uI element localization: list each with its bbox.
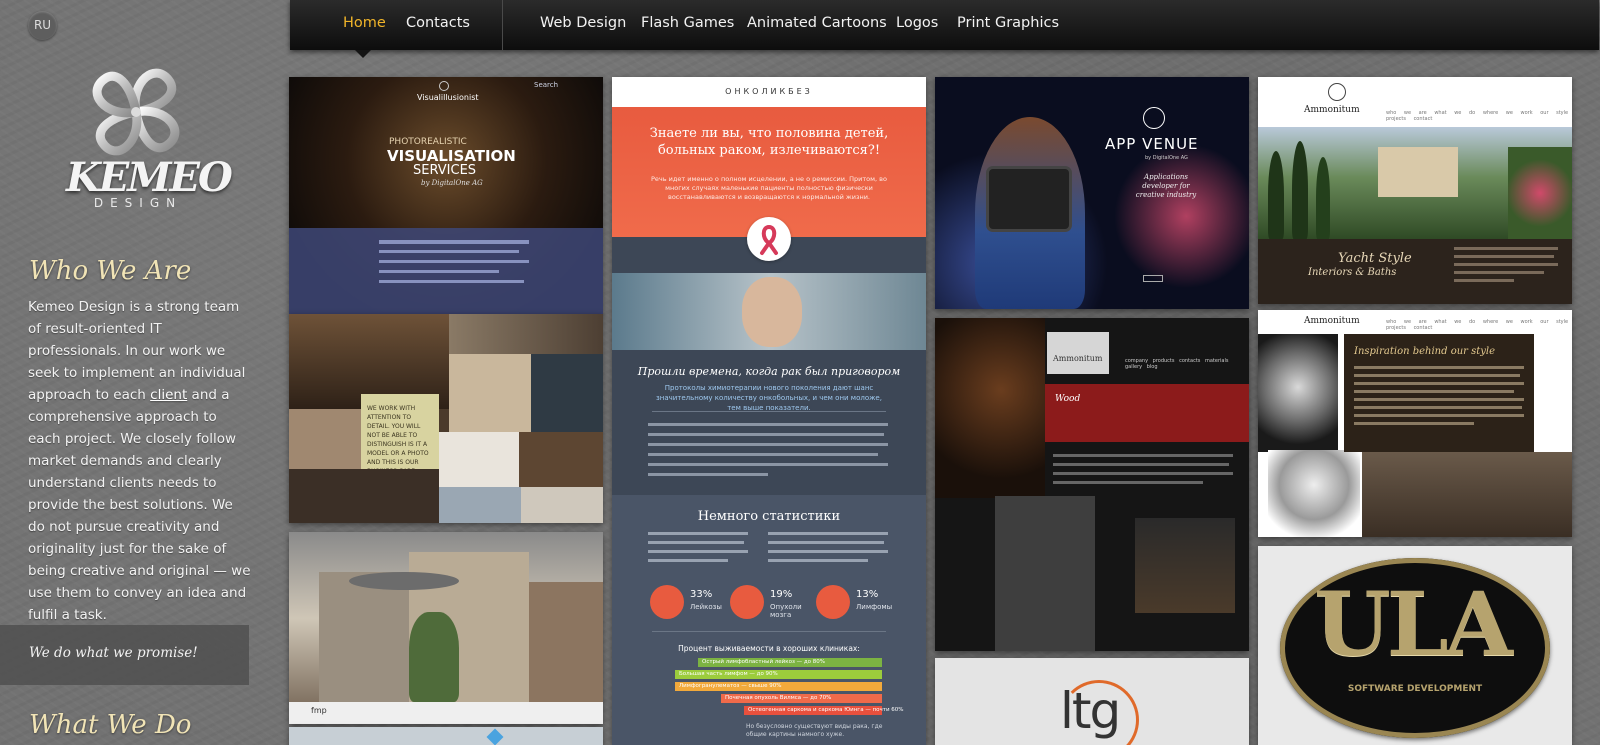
portfolio-tile-interiors[interactable]: WE WORK WITH ATTENTION TO DETAIL. YOU WI…	[289, 314, 603, 523]
onko-stats-title: Немного статистики	[697, 509, 841, 524]
appvenue-title: APP VENUE	[1105, 135, 1199, 153]
appvenue-byline: by DigitalOne AG	[1145, 155, 1188, 161]
ammonitum-style-brand: Ammonitum	[1304, 316, 1360, 326]
ammonitum-style-script: Inspiration behind our style	[1354, 346, 1496, 357]
onko-quote: Прошли времена, когда рак был приговором	[637, 365, 901, 378]
appvenue-logo-icon	[1143, 107, 1165, 129]
nav-logos[interactable]: Logos	[896, 15, 938, 31]
onko-body-text	[648, 423, 888, 479]
logo-subtitle: DESIGN	[93, 196, 183, 210]
twitter-icon	[439, 81, 449, 91]
survival-bar: Почечная опухоль Вилмса — до 70%	[721, 694, 882, 703]
survival-bar: Лимфогранулематоз — свыше 90%	[675, 682, 882, 691]
about-text-part2: and a comprehensive approach to each pro…	[28, 387, 251, 623]
portfolio-tile-ammonitum-style[interactable]: Ammonitum who we are what we do where we…	[1258, 310, 1572, 537]
portfolio-tile-visualisation[interactable]: Visualillusionist Search PHOTOREALISTIC …	[289, 77, 603, 316]
ammonitum-dark-menu: company products contacts materials gall…	[1125, 358, 1229, 370]
survival-bar-label: Остеогенная саркома и саркома Юинга — по…	[748, 707, 904, 713]
main-navigation: Home Contacts Web Design Flash Games Ani…	[290, 0, 1599, 50]
onko-headline: Знаете ли вы, что половина детей, больны…	[649, 126, 889, 158]
portfolio-tile-ula[interactable]: ULA SOFTWARE DEVELOPMENT	[1258, 546, 1572, 745]
onko-footer: Но безусловно существуют виды рака, где …	[746, 723, 883, 738]
onko-lead: Речь идет именно о полном исцелении, а н…	[651, 175, 887, 201]
portfolio-tile-ammonitum-yacht[interactable]: Ammonitum who we are what we do where we…	[1258, 77, 1572, 304]
onko-survival-title: Процент выживаемости в хороших клиниках:	[678, 644, 860, 653]
ula-tagline: SOFTWARE DEVELOPMENT	[1347, 684, 1483, 694]
stat-label-3: Лимфомы	[856, 603, 893, 611]
visualisation-kicker: PHOTOREALISTIC	[389, 137, 467, 147]
ammonite-icon	[1328, 83, 1346, 101]
survival-bar: Острый лимфобластный лейкоз — до 80%	[698, 658, 882, 667]
stat-icon-leukemia	[650, 585, 684, 619]
nav-animated-cartoons[interactable]: Animated Cartoons	[747, 15, 887, 31]
survival-bar: Большая часть лимфом — до 90%	[675, 670, 882, 679]
appvenue-tagline: Applications developer for creative indu…	[1135, 173, 1197, 199]
portfolio-tile-collage[interactable]: fmp	[289, 532, 603, 724]
nav-web-design[interactable]: Web Design	[540, 15, 626, 31]
stat-value-2: 19%	[770, 589, 793, 600]
client-link[interactable]: client	[150, 387, 187, 403]
nav-divider	[502, 0, 503, 50]
visualisation-byline: by DigitalOne AG	[421, 179, 483, 187]
stat-icon-brain	[730, 585, 764, 619]
about-text: Kemeo Design is a strong team of result-…	[28, 296, 252, 626]
ammonitum-yacht-script-2: Interiors & Baths	[1308, 267, 1397, 278]
stat-label-2: Опухоли мозга	[770, 603, 802, 619]
nav-print-graphics[interactable]: Print Graphics	[957, 15, 1059, 31]
ammonitum-dark-brand: Ammonitum	[1053, 354, 1103, 363]
portfolio-tile-partial[interactable]	[289, 727, 603, 745]
visualisation-brand: Visualillusionist	[417, 93, 479, 102]
nav-home[interactable]: Home	[343, 15, 386, 31]
onko-survival-bars: Острый лимфобластный лейкоз — до 80% Боль…	[652, 658, 904, 718]
nav-active-pointer	[355, 50, 371, 58]
survival-bar-label: Лимфогранулематоз — свыше 90%	[679, 683, 782, 689]
onko-stats-text	[648, 532, 888, 572]
portfolio-tile-ltg[interactable]: ltg	[935, 658, 1249, 745]
ammonitum-yacht-menu: who we are what we do where we work our …	[1386, 110, 1569, 122]
survival-bar-label: Острый лимфобластный лейкоз — до 80%	[702, 659, 826, 665]
ribbon-icon	[747, 217, 791, 261]
what-we-do-heading: What We Do	[29, 710, 192, 740]
stat-value-1: 33%	[690, 589, 713, 600]
interiors-note: WE WORK WITH ATTENTION TO DETAIL. YOU WI…	[367, 405, 429, 475]
collage-tag: fmp	[311, 706, 327, 715]
onko-brand: ОНКОЛИКБЕЗ	[725, 87, 813, 96]
survival-bar: Остеогенная саркома и саркома Юинга — по…	[744, 706, 904, 715]
logo-wordmark: KEMEO	[66, 154, 233, 201]
who-we-are-heading: Who We Are	[29, 256, 192, 286]
nav-flash-games[interactable]: Flash Games	[641, 15, 734, 31]
ltg-logo: ltg	[1060, 682, 1121, 740]
portfolio-tile-appvenue[interactable]: APP VENUE by DigitalOne AG Applications …	[935, 77, 1249, 309]
motto-banner: We do what we promise!	[0, 625, 249, 685]
ula-logo: ULA	[1314, 572, 1513, 676]
portfolio-tile-ammonitum-dark[interactable]: Ammonitum company products contacts mate…	[935, 318, 1249, 651]
ammonitum-dark-panel-title: Wood	[1055, 394, 1081, 404]
visualisation-subtitle: SERVICES	[413, 163, 477, 178]
ammonitum-style-menu: who we are what we do where we work our …	[1386, 319, 1569, 331]
nav-contacts[interactable]: Contacts	[406, 15, 470, 31]
stat-icon-lymph	[816, 585, 850, 619]
ammonitum-yacht-script-1: Yacht Style	[1338, 251, 1412, 266]
motto-text: We do what we promise!	[29, 645, 198, 661]
survival-bar-label: Большая часть лимфом — до 90%	[679, 671, 778, 677]
stat-value-3: 13%	[856, 589, 879, 600]
onko-quote-sub: Протоколы химиотерапии нового поколения …	[656, 384, 882, 412]
survival-bar-label: Почечная опухоль Вилмса — до 70%	[725, 695, 832, 701]
stat-label-1: Лейкозы	[690, 603, 722, 611]
portfolio-tile-onkolikbez[interactable]: ОНКОЛИКБЕЗ Знаете ли вы, что половина де…	[612, 77, 926, 745]
visualisation-search: Search	[534, 81, 559, 89]
language-switch-button[interactable]: RU	[28, 11, 57, 40]
visualisation-info-panel	[289, 228, 603, 316]
ammonitum-yacht-brand: Ammonitum	[1304, 105, 1360, 115]
